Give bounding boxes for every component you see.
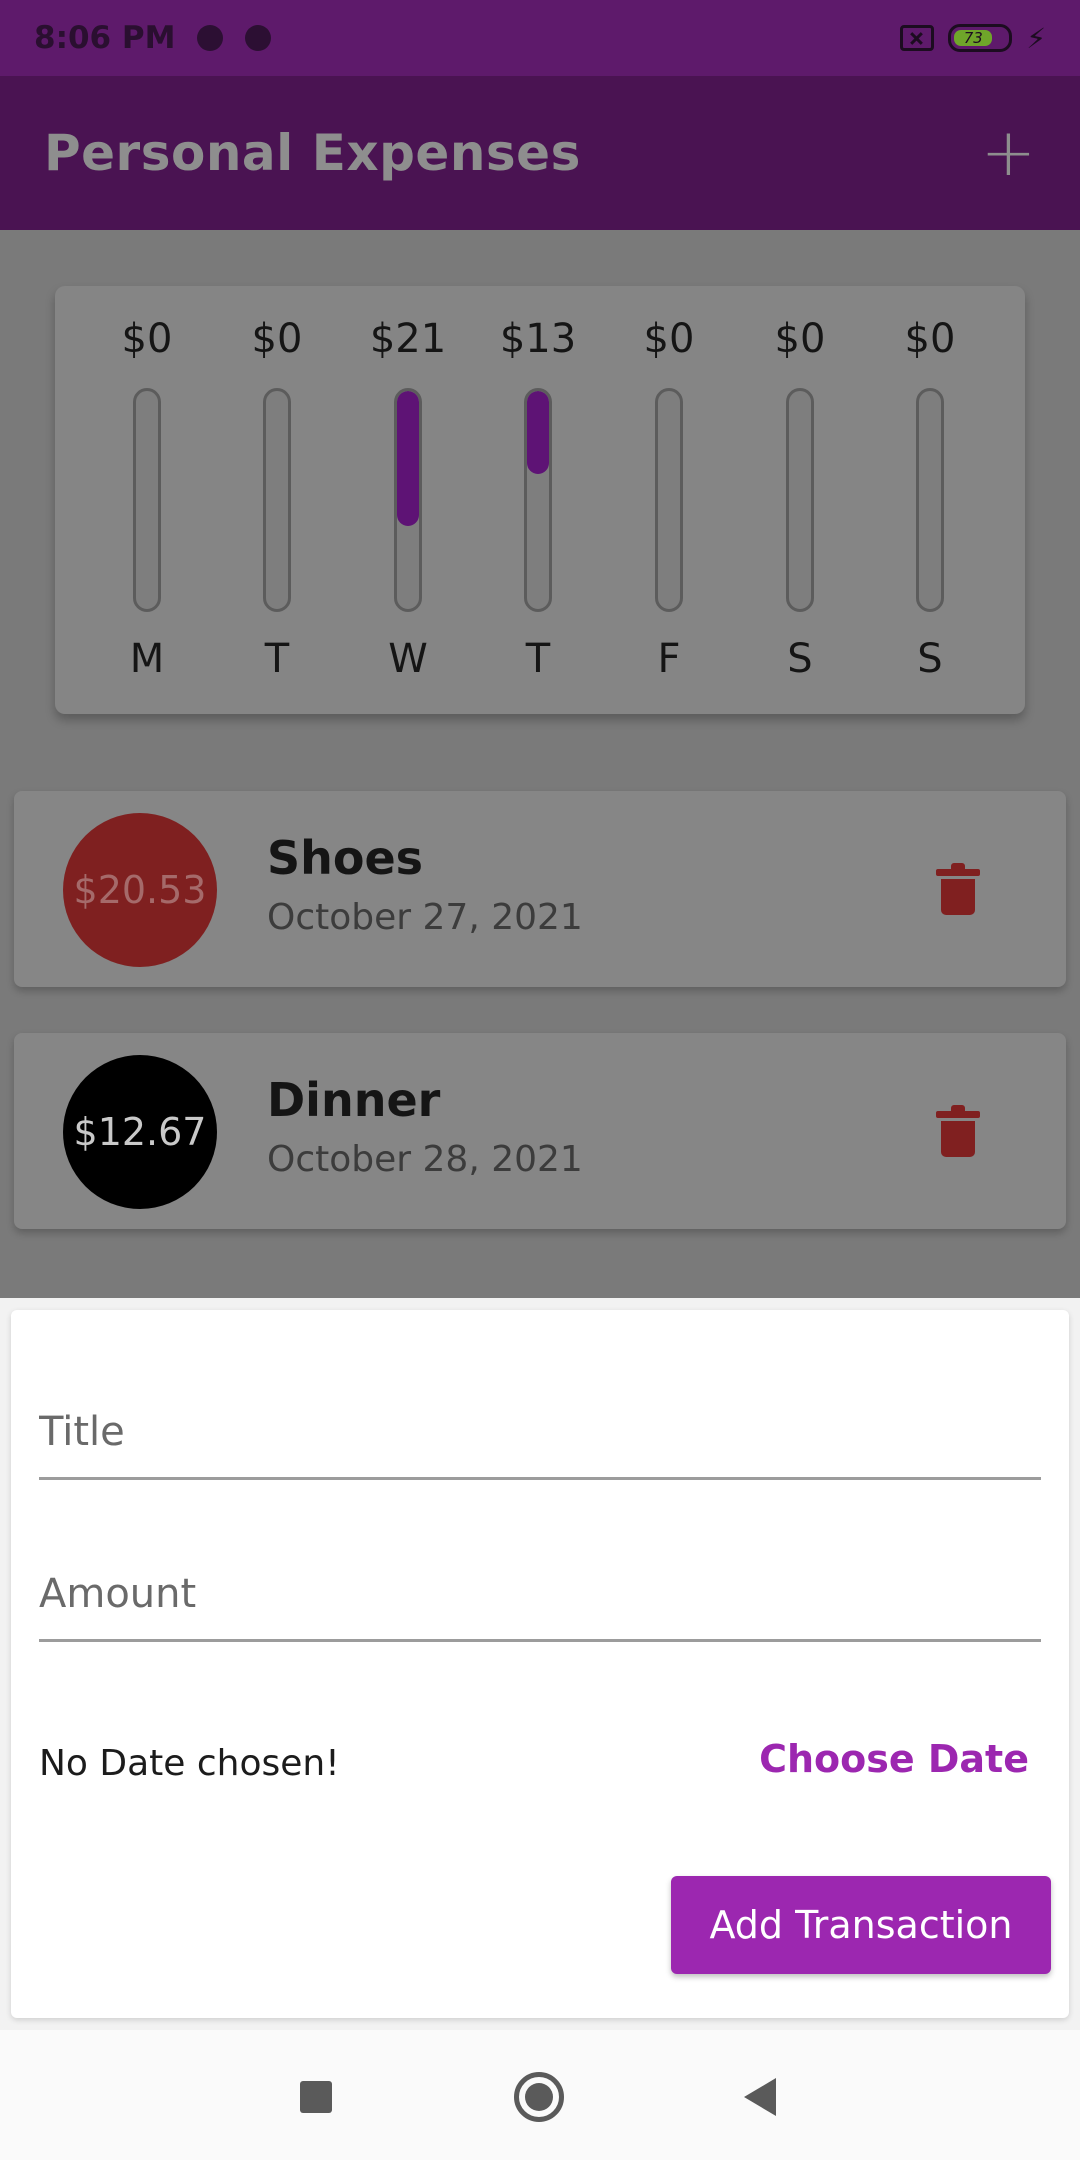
title-input[interactable] [39,1409,1041,1455]
system-nav-bar [0,2030,1080,2160]
transaction-amount: $20.53 [73,868,207,912]
amount-field [39,1512,1041,1642]
status-bar: 8:06 PM 73 ⚡ [0,0,1080,76]
delete-icon[interactable] [936,1105,980,1157]
battery-level: 73 [954,29,993,47]
app-bar: Personal Expenses + [0,76,1080,230]
title-field [39,1350,1041,1480]
bar-day-label: T [525,636,551,682]
notification-icon [197,25,224,51]
transaction-item: $20.53 Shoes October 27, 2021 [14,791,1066,987]
chart-bar: $0 M [82,286,212,714]
bar-day-label: S [917,636,943,682]
chart-bar: $0 F [604,286,734,714]
transaction-amount: $12.67 [73,1110,207,1154]
delete-icon[interactable] [936,863,980,915]
new-transaction-sheet: No Date chosen! Choose Date Add Transact… [11,1310,1069,2018]
bar-day-label: T [264,636,290,682]
chart-bar: $0 S [735,286,865,714]
transaction-title: Dinner [267,1073,441,1127]
transaction-item: $12.67 Dinner October 28, 2021 [14,1033,1066,1229]
bar-track [263,388,291,612]
choose-date-button[interactable]: Choose Date [759,1737,1029,1781]
chart-bar: $0 S [865,286,995,714]
no-sim-icon [900,25,935,51]
chart-bar: $13 T [473,286,603,714]
notification-icon [245,25,272,51]
bar-track [524,388,552,612]
bar-track [394,388,422,612]
bar-amount-label: $13 [499,316,577,362]
bar-amount-label: $0 [121,316,173,362]
amount-input[interactable] [39,1571,1041,1617]
bar-amount-label: $21 [369,316,447,362]
bar-day-label: F [657,636,681,682]
amount-avatar: $12.67 [63,1055,217,1209]
home-icon[interactable] [514,2072,564,2122]
transaction-title: Shoes [267,831,424,885]
date-status-text: No Date chosen! [39,1743,340,1784]
bar-amount-label: $0 [643,316,695,362]
transaction-date: October 28, 2021 [267,1139,583,1180]
bar-fill [527,391,549,474]
charging-icon: ⚡ [1026,21,1046,55]
status-icons: 73 ⚡ [900,22,1046,55]
bar-amount-label: $0 [774,316,826,362]
page-title: Personal Expenses [44,124,581,182]
bar-track [133,388,161,612]
weekly-chart: $0 M $0 T $21 W $13 T $0 F $0 S $0 S [55,286,1025,714]
bar-day-label: W [388,636,428,682]
status-time: 8:06 PM [34,20,176,56]
bar-amount-label: $0 [251,316,303,362]
recents-icon[interactable] [300,2081,332,2113]
chart-bar: $21 W [343,286,473,714]
bar-amount-label: $0 [904,316,956,362]
battery-icon: 73 [948,24,1013,52]
chart-bar: $0 T [212,286,342,714]
amount-avatar: $20.53 [63,813,217,967]
bar-track [916,388,944,612]
bar-day-label: S [787,636,813,682]
transaction-date: October 27, 2021 [267,897,583,938]
back-icon[interactable] [744,2078,776,2116]
bar-fill [397,391,419,527]
bar-day-label: M [129,636,165,682]
bar-track [786,388,814,612]
add-transaction-icon[interactable]: + [981,120,1036,186]
bar-track [655,388,683,612]
add-transaction-button[interactable]: Add Transaction [671,1876,1051,1974]
